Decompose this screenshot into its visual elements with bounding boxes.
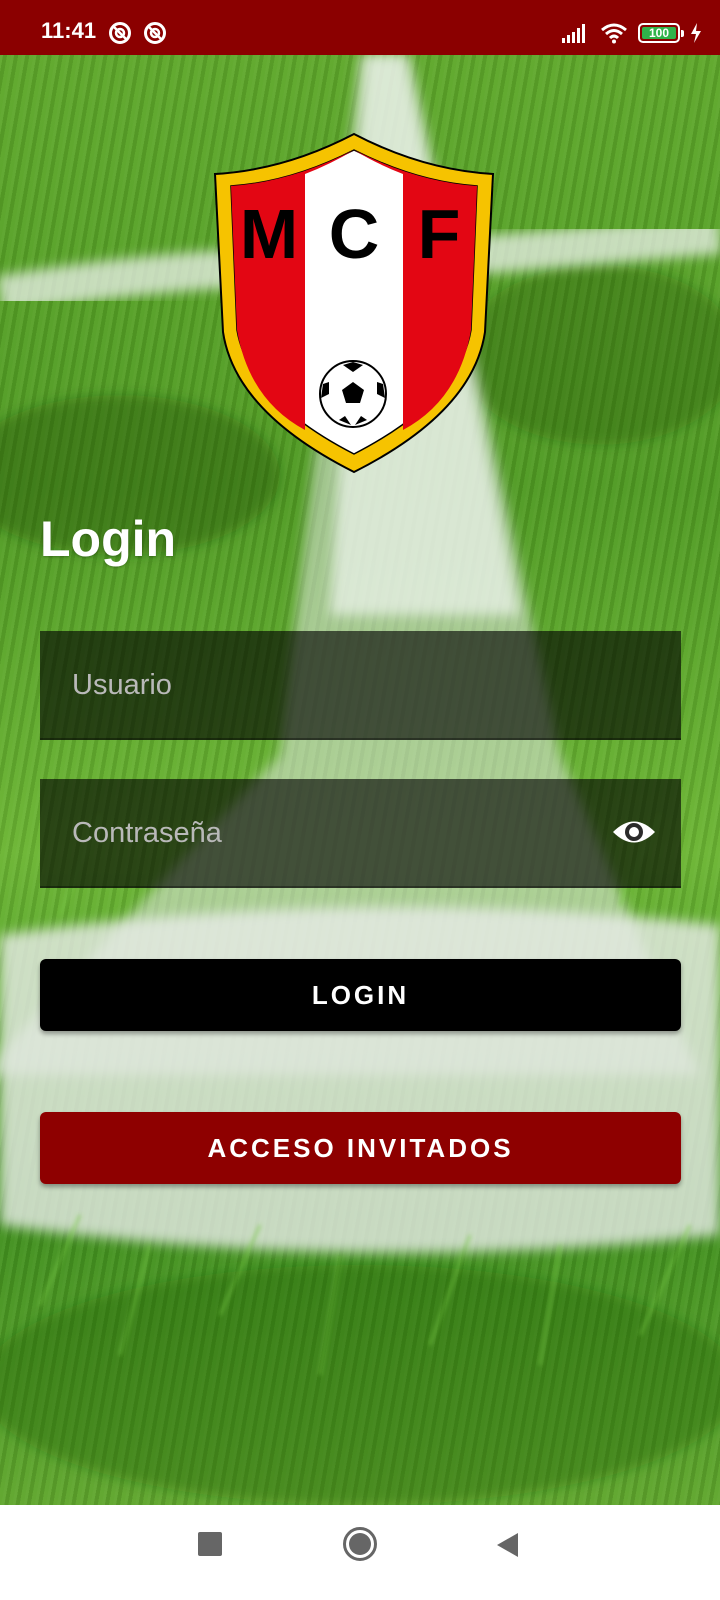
battery-icon: 100 bbox=[638, 23, 684, 43]
app-notification-icon bbox=[144, 22, 166, 44]
wifi-icon bbox=[601, 23, 627, 44]
home-icon[interactable] bbox=[342, 1526, 378, 1562]
status-time: 11:41 bbox=[41, 18, 97, 43]
crest-letter-m: M bbox=[240, 195, 298, 273]
system-icons: 100 bbox=[562, 20, 702, 46]
battery-level: 100 bbox=[648, 26, 670, 40]
login-button[interactable]: LOGIN bbox=[40, 959, 681, 1031]
guest-access-button[interactable]: ACCESO INVITADOS bbox=[40, 1112, 681, 1184]
username-placeholder: Usuario bbox=[72, 669, 172, 701]
password-field[interactable]: Contraseña bbox=[40, 779, 681, 888]
password-placeholder: Contraseña bbox=[72, 817, 222, 849]
club-crest-logo: M C F bbox=[213, 132, 495, 474]
back-icon[interactable] bbox=[494, 1531, 520, 1559]
charging-icon bbox=[691, 23, 701, 43]
app-notification-icon bbox=[109, 22, 131, 44]
signal-icon bbox=[562, 24, 585, 43]
soccer-ball-icon bbox=[319, 360, 387, 428]
status-bar: 11:41 100 bbox=[0, 0, 720, 55]
recent-apps-icon[interactable] bbox=[198, 1532, 222, 1556]
navigation-bar bbox=[0, 1505, 720, 1600]
username-field[interactable]: Usuario bbox=[40, 631, 681, 740]
eye-icon[interactable] bbox=[611, 815, 657, 849]
page-title: Login bbox=[40, 511, 177, 567]
crest-letter-f: F bbox=[418, 195, 461, 273]
crest-letter-c: C bbox=[329, 195, 380, 273]
